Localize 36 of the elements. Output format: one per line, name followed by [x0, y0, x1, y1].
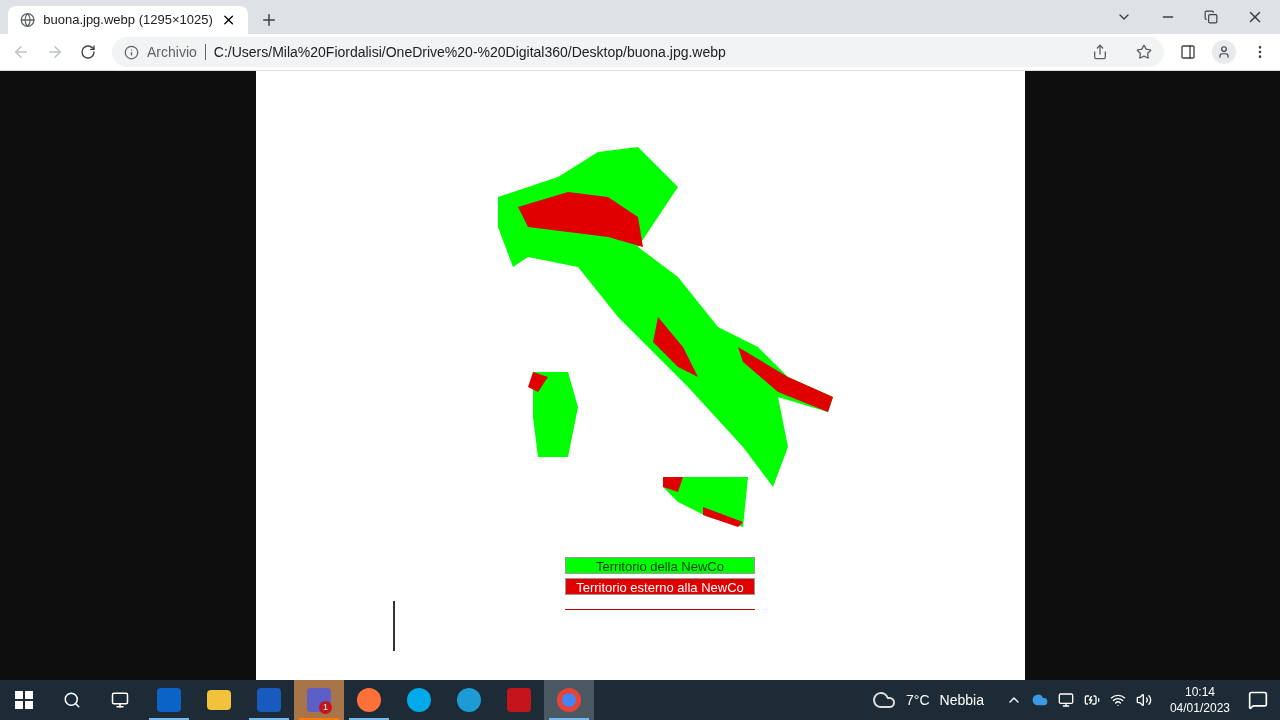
speaker-icon[interactable] — [1135, 692, 1152, 708]
square-logo-icon — [157, 688, 181, 712]
square-logo-icon — [507, 688, 531, 712]
share-icon[interactable] — [1092, 44, 1108, 60]
star-icon[interactable] — [1136, 44, 1152, 60]
info-icon — [124, 44, 139, 60]
globe-icon — [20, 12, 36, 28]
scheme-label: Archivio — [147, 42, 197, 62]
restore-icon[interactable] — [1204, 10, 1218, 24]
ring-logo-icon — [557, 688, 581, 712]
round-logo-icon — [357, 688, 381, 712]
new-tab-icon[interactable] — [260, 11, 278, 29]
wifi-icon[interactable] — [1109, 692, 1126, 708]
cloud-icon[interactable] — [1031, 692, 1048, 708]
search-icon[interactable] — [63, 691, 81, 709]
round-logo-icon — [457, 688, 481, 712]
taskbar-app-button[interactable]: 1 — [294, 680, 344, 720]
browser-tab[interactable]: buona.jpg.webp (1295×1025) — [8, 6, 248, 34]
folder-icon — [207, 690, 231, 710]
reload-icon[interactable] — [80, 44, 96, 60]
monitor-icon[interactable] — [1057, 692, 1074, 708]
task-view-icon[interactable] — [111, 691, 129, 709]
weather-condition[interactable]: Nebbia — [939, 689, 984, 711]
weather-temperature[interactable]: 7°C — [906, 689, 930, 711]
tab-title: buona.jpg.webp (1295×1025) — [43, 11, 213, 30]
side-panel-icon[interactable] — [1180, 44, 1196, 60]
battery-icon[interactable] — [1083, 692, 1100, 708]
profile-avatar[interactable] — [1212, 40, 1236, 64]
address-bar[interactable]: Archivio C:/Users/Mila%20Fiordalisi/OneDrive%20-%20Digital360/Desktop/buona.jpg.webp — [112, 37, 1164, 67]
notifications-icon[interactable] — [1248, 690, 1268, 710]
legend-label: Territorio della NewCo — [565, 557, 755, 574]
clock[interactable]: 10:14 04/01/2023 — [1169, 684, 1230, 716]
square-logo-icon — [257, 688, 281, 712]
legend-label: Territorio esterno alla NewCo — [565, 578, 755, 595]
round-logo-icon — [407, 688, 431, 712]
url-text: C:/Users/Mila%20Fiordalisi/OneDrive%20-%20Digital360/Desktop/buona.jpg.webp — [213, 42, 727, 62]
